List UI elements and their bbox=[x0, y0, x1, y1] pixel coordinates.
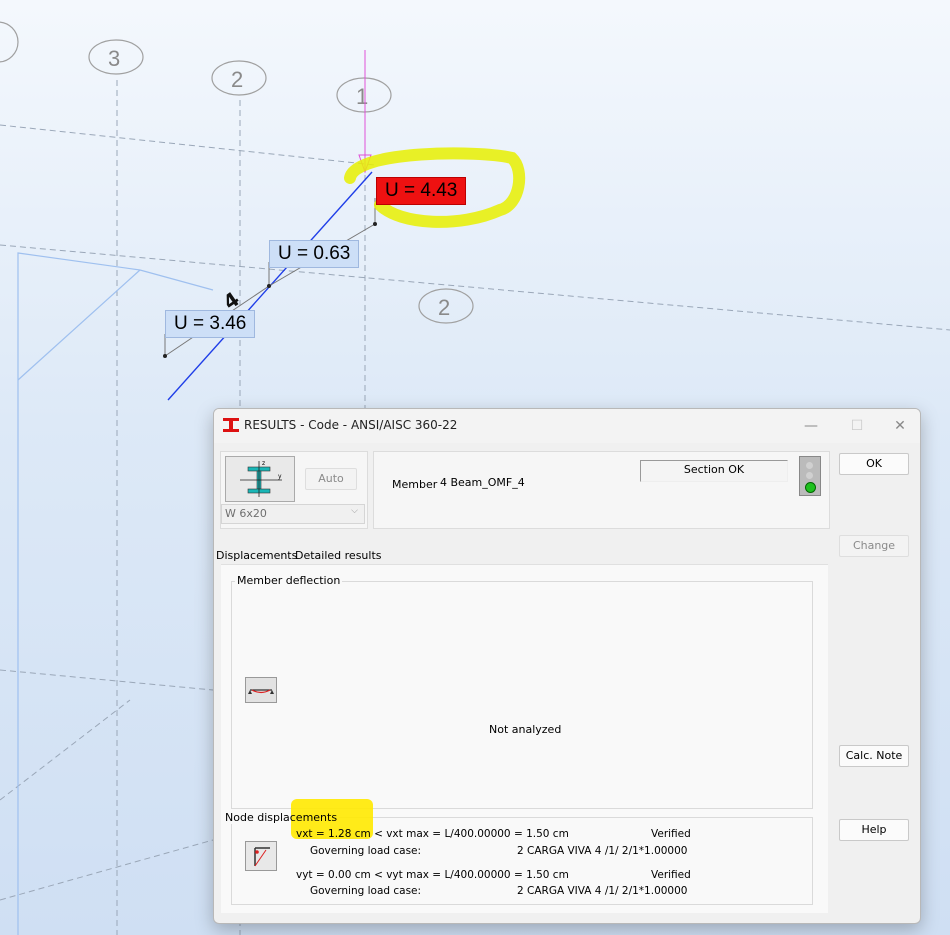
ok-button[interactable]: OK bbox=[839, 453, 909, 475]
help-button[interactable]: Help bbox=[839, 819, 909, 841]
axis-label: 2 bbox=[231, 67, 243, 92]
utilization-label[interactable]: U = 3.46 bbox=[165, 310, 256, 338]
node-displacement-icon bbox=[254, 847, 270, 867]
status-field: Section OK bbox=[640, 460, 788, 482]
member-deflection-group bbox=[231, 581, 813, 809]
svg-text:z: z bbox=[262, 460, 265, 467]
axis-label: 2 bbox=[438, 295, 450, 320]
node-diagram-button[interactable] bbox=[245, 841, 277, 871]
member-panel: Member 4 Beam_OMF_4 Section OK bbox=[373, 451, 830, 529]
grid-line bbox=[0, 699, 131, 801]
section-value: W 6x20 bbox=[225, 507, 267, 520]
svg-text:y: y bbox=[278, 473, 282, 480]
change-button: Change bbox=[839, 535, 909, 557]
maximize-icon: ☐ bbox=[850, 418, 864, 434]
vyt-result: Verified bbox=[651, 869, 691, 881]
vxt-check: vxt = 1.28 cm < vxt max = L/400.00000 = … bbox=[296, 828, 569, 840]
minimize-icon[interactable]: — bbox=[796, 416, 826, 436]
i-beam-icon: z y bbox=[240, 460, 282, 497]
tab-detailed-results[interactable]: Detailed results bbox=[295, 549, 382, 562]
calc-note-button[interactable]: Calc. Note bbox=[839, 745, 909, 767]
member-value: 4 Beam_OMF_4 bbox=[440, 476, 525, 489]
vyt-case-label: Governing load case: bbox=[310, 885, 422, 897]
grid-line bbox=[0, 839, 214, 901]
title-bar[interactable]: RESULTS - Code - ANSI/AISC 360-22 — ☐ ✕ bbox=[214, 409, 920, 443]
vxt-result: Verified bbox=[651, 828, 691, 840]
node-displacements-title: Node displacements bbox=[223, 799, 373, 839]
axis-label: 1 bbox=[356, 84, 368, 109]
section-shape-button[interactable]: z y bbox=[225, 456, 295, 502]
vyt-check: vyt = 0.00 cm < vyt max = L/400.00000 = … bbox=[296, 869, 569, 881]
axis-label: 3 bbox=[108, 46, 120, 71]
dialog-title: RESULTS - Code - ANSI/AISC 360-22 bbox=[244, 418, 458, 432]
utilization-label-fail[interactable]: U = 4.43 bbox=[376, 177, 467, 205]
section-panel: z y Auto W 6x20 ⌵ bbox=[220, 451, 368, 529]
status-text: Section OK bbox=[683, 463, 745, 476]
grid-line bbox=[0, 124, 376, 166]
chevron-down-icon: ⌵ bbox=[351, 506, 358, 516]
tab-content: Member deflection Not analyzed Node disp… bbox=[221, 564, 828, 913]
auto-button: Auto bbox=[305, 468, 357, 490]
section-select: W 6x20 ⌵ bbox=[221, 504, 365, 524]
close-icon[interactable]: ✕ bbox=[885, 416, 915, 436]
grid-line bbox=[0, 244, 950, 331]
member-deflection-title: Member deflection bbox=[235, 574, 343, 587]
deflection-diagram-button[interactable] bbox=[245, 677, 277, 703]
tab-displacements[interactable]: Displacements bbox=[216, 549, 297, 562]
vyt-case: 2 CARGA VIVA 4 /1/ 2/1*1.00000 bbox=[517, 885, 688, 897]
vxt-case: 2 CARGA VIVA 4 /1/ 2/1*1.00000 bbox=[517, 845, 688, 857]
app-icon bbox=[223, 418, 239, 432]
beam-deflection-icon bbox=[248, 689, 274, 694]
traffic-light-icon bbox=[799, 456, 821, 496]
results-dialog: RESULTS - Code - ANSI/AISC 360-22 — ☐ ✕ … bbox=[213, 408, 921, 924]
grid-line bbox=[0, 669, 214, 691]
deflection-status: Not analyzed bbox=[489, 723, 562, 736]
utilization-label[interactable]: U = 0.63 bbox=[269, 240, 360, 268]
member-label: Member bbox=[392, 478, 438, 491]
vxt-case-label: Governing load case: bbox=[310, 845, 422, 857]
